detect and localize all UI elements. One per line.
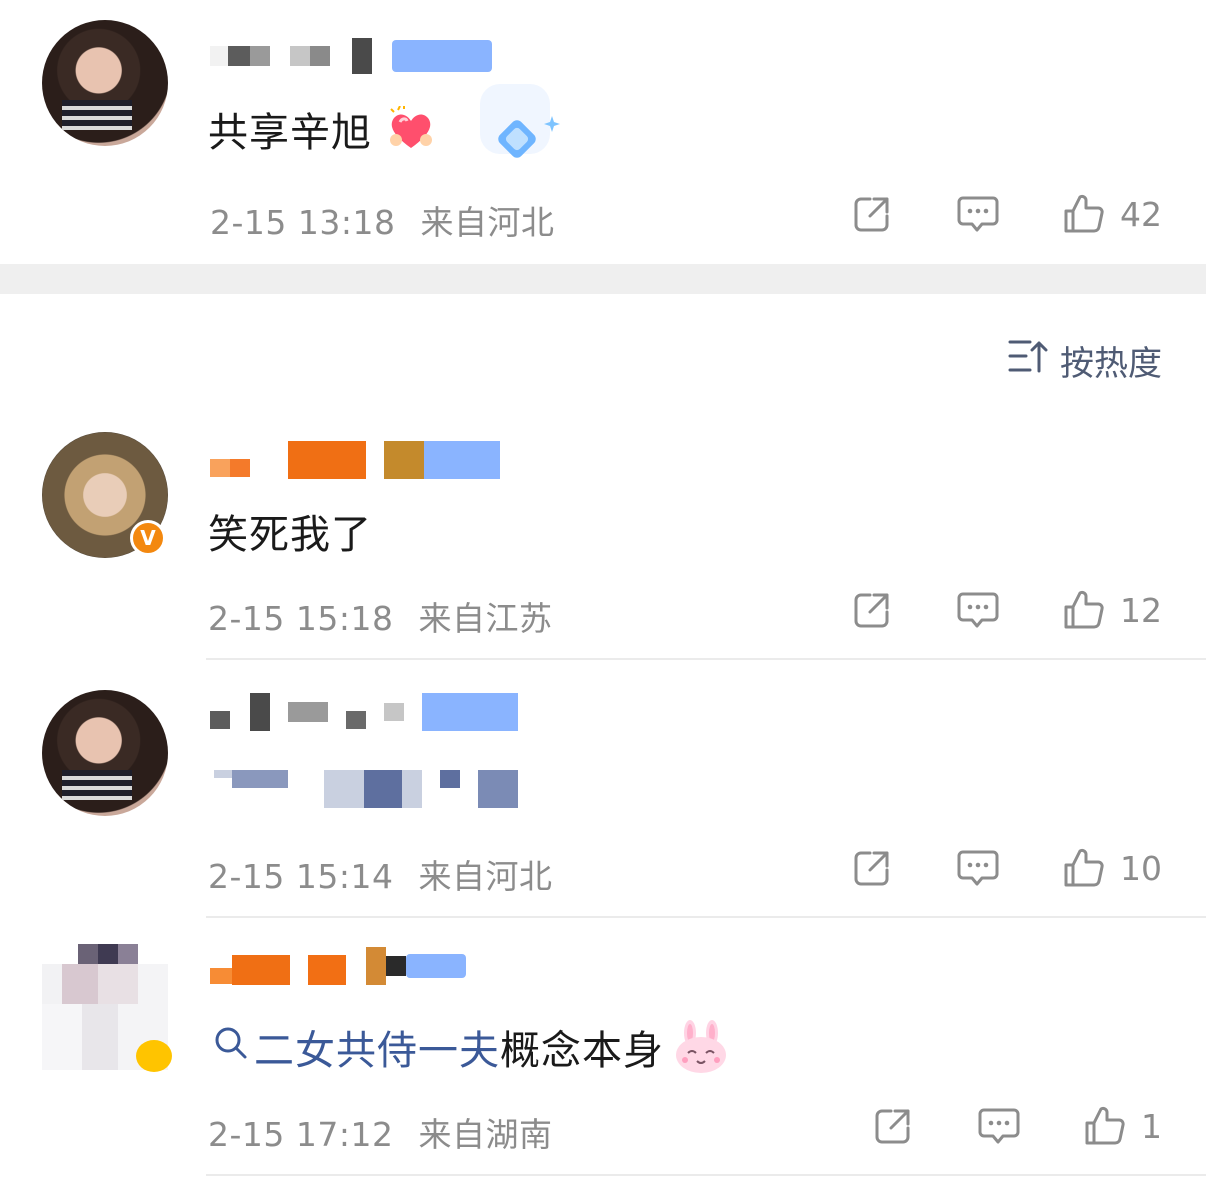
comment-time: 2-15 15:18 <box>208 599 394 638</box>
share-icon[interactable] <box>850 846 894 890</box>
comment-text-redacted <box>214 770 518 808</box>
username-redacted[interactable] <box>210 440 500 480</box>
reply-comment-icon[interactable] <box>956 846 1000 890</box>
like-thumb-icon[interactable] <box>1062 192 1106 236</box>
comment-meta: 2-15 13:18 来自河北 <box>210 196 555 244</box>
search-topic-link[interactable]: 二女共侍一夫 <box>214 1018 500 1076</box>
like-thumb-icon[interactable] <box>1062 846 1106 890</box>
comment-actions: 1 <box>871 1104 1162 1148</box>
sort-by-hot-button[interactable]: 按热度 <box>1008 336 1162 385</box>
comment-location: 来自河北 <box>420 203 555 242</box>
comment-location: 来自湖南 <box>418 1115 553 1154</box>
search-topic-text: 二女共侍一夫 <box>254 1028 500 1074</box>
bunny-emoji-icon <box>672 1019 730 1075</box>
sort-icon <box>1008 338 1048 383</box>
avatar[interactable] <box>42 20 168 146</box>
like-thumb-icon[interactable] <box>1083 1104 1127 1148</box>
username-redacted[interactable] <box>210 946 466 986</box>
comment-text: 笑死我了 <box>208 512 372 558</box>
like-count: 12 <box>1120 590 1162 630</box>
share-icon[interactable] <box>871 1104 915 1148</box>
comment-time: 2-15 17:12 <box>208 1115 394 1154</box>
comment-actions: 42 <box>850 192 1162 236</box>
comment-actions: 10 <box>850 846 1162 890</box>
username-redacted[interactable] <box>210 36 492 76</box>
comment-meta: 2-15 17:12 来自湖南 <box>208 1108 553 1156</box>
comment-text-tail: 概念本身 <box>500 1028 664 1074</box>
like-count: 1 <box>1141 1106 1162 1146</box>
username-redacted[interactable] <box>210 692 518 732</box>
like-count: 42 <box>1120 194 1162 234</box>
comment-divider <box>206 658 1206 660</box>
comment-meta: 2-15 15:18 来自江苏 <box>208 592 553 640</box>
comment-location: 来自江苏 <box>418 599 553 638</box>
comment-actions: 12 <box>850 588 1162 632</box>
sort-label: 按热度 <box>1060 344 1162 384</box>
search-icon <box>214 1024 248 1070</box>
section-divider <box>0 264 1206 294</box>
reply-comment-icon[interactable] <box>956 192 1000 236</box>
comment-time: 2-15 15:14 <box>208 857 394 896</box>
heart-hands-emoji-icon <box>386 105 436 152</box>
share-icon[interactable] <box>850 192 894 236</box>
comment-divider <box>206 1174 1206 1176</box>
reply-comment-icon[interactable] <box>977 1104 1021 1148</box>
comment-text: 二女共侍一夫 概念本身 <box>214 1018 730 1076</box>
comment-text: 共享辛旭 <box>208 100 436 158</box>
comment-location: 来自河北 <box>418 857 553 896</box>
comment-bubble-decoration <box>480 84 560 164</box>
like-thumb-icon[interactable] <box>1062 588 1106 632</box>
reply-comment-icon[interactable] <box>956 588 1000 632</box>
share-icon[interactable] <box>850 588 894 632</box>
avatar[interactable] <box>42 690 168 816</box>
comment-meta: 2-15 15:14 来自河北 <box>208 850 553 898</box>
like-count: 10 <box>1120 848 1162 888</box>
avatar-badge-icon <box>136 1040 172 1072</box>
verified-badge-icon: V <box>130 520 166 556</box>
comment-divider <box>206 916 1206 918</box>
comment-time: 2-15 13:18 <box>210 203 396 242</box>
